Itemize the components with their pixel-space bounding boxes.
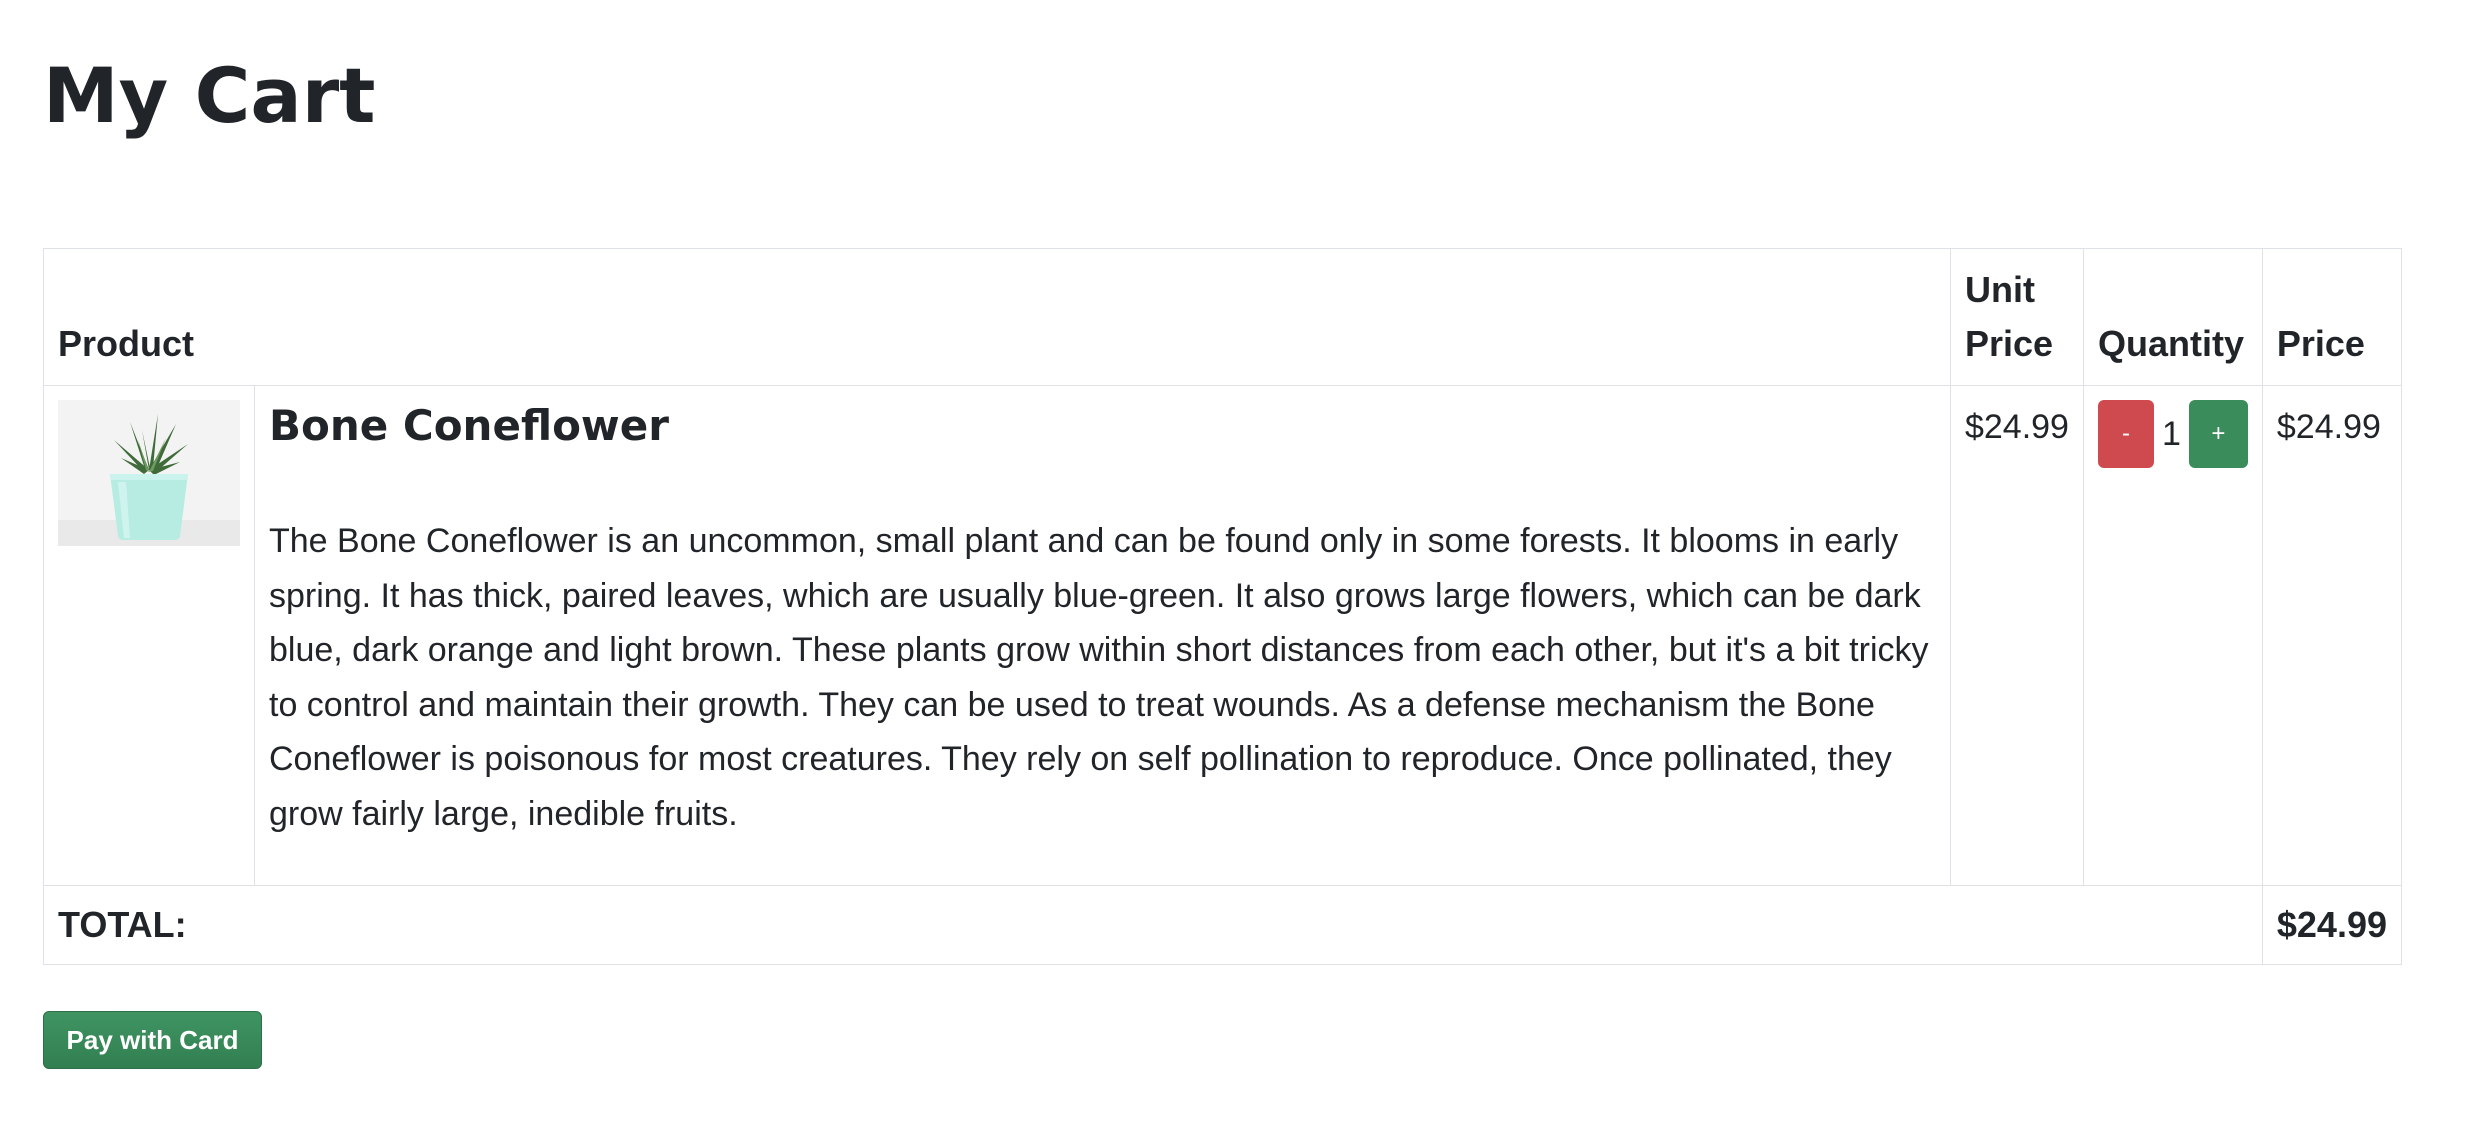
header-quantity: Quantity xyxy=(2082,248,2263,386)
pay-with-card-button[interactable]: Pay with Card xyxy=(43,1011,262,1069)
increment-quantity-button[interactable]: + xyxy=(2188,400,2248,468)
quantity-stepper: - 1 + xyxy=(2097,400,2248,468)
decrement-quantity-button[interactable]: - xyxy=(2097,400,2154,468)
total-row: TOTAL: $24.99 xyxy=(43,885,2403,965)
price-cell: $24.99 xyxy=(2261,385,2403,886)
product-image-cell xyxy=(43,385,255,886)
potted-succulent-icon xyxy=(58,400,240,546)
header-price: Price xyxy=(2261,248,2403,386)
header-unit-price: Unit Price xyxy=(1949,248,2084,386)
table-row: Bone Coneflower The Bone Coneflower is a… xyxy=(43,385,2403,886)
product-details-cell: Bone Coneflower The Bone Coneflower is a… xyxy=(254,385,1951,886)
page-title: My Cart xyxy=(43,51,376,140)
total-label: TOTAL: xyxy=(43,885,2263,965)
product-description: The Bone Coneflower is an uncommon, smal… xyxy=(269,522,1929,833)
product-image xyxy=(58,400,240,546)
total-value: $24.99 xyxy=(2261,885,2403,965)
quantity-value: 1 xyxy=(2161,415,2181,453)
unit-price-cell: $24.99 xyxy=(1949,385,2084,886)
cart-table: Product Unit Price Quantity Price Bone C… xyxy=(43,248,2403,965)
product-name: Bone Coneflower xyxy=(269,401,669,450)
header-product: Product xyxy=(43,248,1951,386)
table-header-row: Product Unit Price Quantity Price xyxy=(43,248,2403,386)
quantity-cell: - 1 + xyxy=(2082,385,2263,886)
